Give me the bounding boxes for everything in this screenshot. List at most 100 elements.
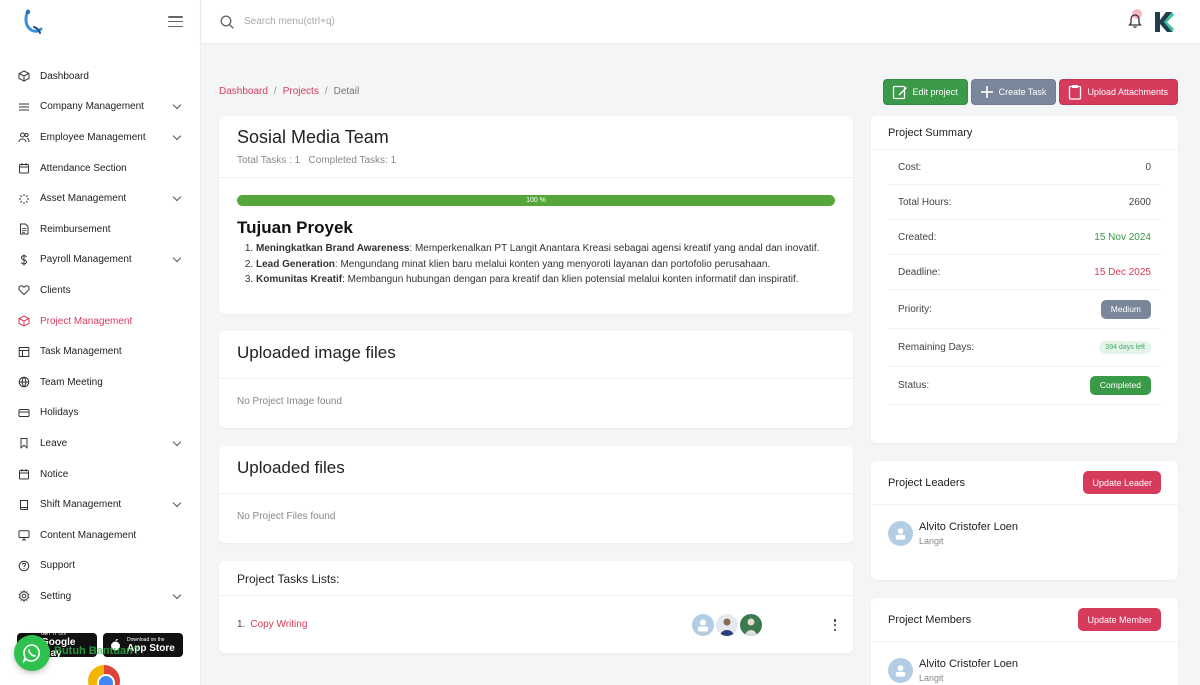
task-link[interactable]: Copy Writing <box>250 619 307 630</box>
uploaded-images-card: Uploaded image files No Project Image fo… <box>219 331 853 428</box>
sidebar-item-label: Setting <box>40 590 72 602</box>
create-task-label: Create Task <box>998 87 1047 97</box>
chevron-down-icon <box>172 192 182 202</box>
sidebar-item-label: Asset Management <box>40 193 127 205</box>
summary-hours-row: Total Hours: 2600 <box>888 185 1161 220</box>
dollar-icon <box>18 254 30 266</box>
create-task-button[interactable]: Create Task <box>970 79 1057 105</box>
avatar <box>888 658 913 683</box>
box-icon <box>18 315 30 327</box>
breadcrumb-dashboard[interactable]: Dashboard <box>219 86 268 97</box>
search-icon <box>220 15 234 29</box>
remaining-label: Remaining Days: <box>898 342 975 353</box>
summary-status-row: Status: Completed <box>888 367 1161 405</box>
update-member-button[interactable]: Update Member <box>1078 608 1161 631</box>
sidebar-item-holidays[interactable]: Holidays <box>0 398 200 429</box>
sidebar-item-label: Project Management <box>40 315 133 327</box>
menu-toggle-icon[interactable] <box>168 16 183 27</box>
update-leader-button[interactable]: Update Leader <box>1083 471 1161 494</box>
sidebar-item-support[interactable]: Support <box>0 551 200 582</box>
project-members-card: Project Members Update Member Alvito Cri… <box>871 598 1178 685</box>
sidebar-item-label: Support <box>40 560 76 572</box>
sidebar-item-asset-management[interactable]: Asset Management <box>0 183 200 214</box>
assignee-avatar[interactable] <box>738 612 764 638</box>
sidebar-item-content-management[interactable]: Content Management <box>0 520 200 551</box>
help-icon <box>18 560 30 572</box>
goal-text: : Membangun hubungan dengan para kreatif… <box>342 274 799 285</box>
hours-value: 2600 <box>1128 196 1151 208</box>
chevron-down-icon <box>172 254 182 263</box>
task-number: 1. <box>237 619 246 630</box>
sidebar-item-reimbursement[interactable]: Reimbursement <box>0 214 200 245</box>
sidebar-item-leave[interactable]: Leave <box>0 428 200 459</box>
assignee-avatar[interactable] <box>690 612 716 638</box>
created-value: 15 Nov 2024 <box>1094 231 1151 243</box>
chevron-down-icon <box>172 498 182 508</box>
user-placeholder-icon <box>895 665 906 677</box>
bell-icon[interactable] <box>1126 12 1144 30</box>
sidebar-item-team-meeting[interactable]: Team Meeting <box>0 367 200 398</box>
priority-label: Priority: <box>898 303 932 315</box>
uploaded-files-card: Uploaded files No Project Files found <box>219 446 853 543</box>
sidebar-item-clients[interactable]: Clients <box>0 275 200 306</box>
leader-org: Langit <box>919 536 944 546</box>
app-logo-icon[interactable] <box>22 9 44 35</box>
project-progress-bar: 100 % <box>237 195 835 206</box>
sidebar-item-setting[interactable]: Setting <box>0 581 200 612</box>
sidebar-item-label: Team Meeting <box>40 376 103 388</box>
breadcrumb-projects[interactable]: Projects <box>283 86 319 97</box>
edit-project-button[interactable]: Edit project <box>882 79 968 105</box>
whatsapp-label: Butuh Bantuan? <box>54 645 140 657</box>
leader-item: Alvito Cristofer Loen Langit <box>871 505 1178 546</box>
clipboard-icon <box>1069 85 1082 100</box>
search-input[interactable] <box>244 16 544 27</box>
assignee-avatar[interactable] <box>714 612 740 638</box>
sidebar-header <box>0 0 200 43</box>
sidebar-item-label: Holidays <box>40 407 79 419</box>
summary-priority-row: Priority: Medium <box>888 290 1161 329</box>
goal-title: Komunitas Kreatif <box>256 274 343 285</box>
users-icon <box>18 131 30 143</box>
sidebar-item-attendance-section[interactable]: Attendance Section <box>0 153 200 184</box>
sidebar-menu: Dashboard Company Management Employee Mana… <box>0 61 200 612</box>
sidebar-item-shift-management[interactable]: Shift Management <box>0 489 200 520</box>
breadcrumb-separator: / <box>273 86 277 97</box>
upload-attachments-label: Upload Attachments <box>1087 87 1168 97</box>
hours-label: Total Hours: <box>898 196 952 208</box>
goals-heading: Tujuan Proyek <box>237 218 353 237</box>
task-more-options-icon[interactable] <box>833 619 837 631</box>
project-tasks-card: Project Tasks Lists: 1. Copy Writing <box>219 561 853 653</box>
sidebar-item-notice[interactable]: Notice <box>0 459 200 490</box>
sidebar-item-employee-management[interactable]: Employee Management <box>0 122 200 153</box>
sidebar-item-payroll-management[interactable]: Payroll Management <box>0 245 200 276</box>
table-icon <box>18 346 30 358</box>
sidebar-item-company-management[interactable]: Company Management <box>0 92 200 123</box>
goal-title: Lead Generation <box>256 258 335 270</box>
project-leaders-card: Project Leaders Update Leader Alvito Cri… <box>871 461 1178 580</box>
sidebar-item-project-management[interactable]: Project Management <box>0 306 200 337</box>
avatar <box>888 521 913 546</box>
summary-deadline-row: Deadline: 15 Dec 2025 <box>888 255 1161 290</box>
sidebar-item-label: Company Management <box>40 101 144 113</box>
heart-icon <box>18 284 30 296</box>
action-buttons: Edit project Create Task Upload Attachme… <box>882 79 1178 105</box>
whatsapp-button[interactable] <box>14 635 50 671</box>
sidebar-item-dashboard[interactable]: Dashboard <box>0 61 200 92</box>
member-item: Alvito Cristofer Loen Langit <box>871 642 1178 683</box>
total-tasks: Total Tasks : 1 <box>237 155 301 166</box>
user-avatar[interactable] <box>1151 10 1175 34</box>
document-icon <box>18 223 30 235</box>
edit-icon <box>892 85 907 100</box>
whatsapp-icon <box>22 644 41 663</box>
progress-fill: 100 % <box>237 195 835 206</box>
goal-title: Meningkatkan Brand Awareness <box>256 243 410 254</box>
goals-list: Meningkatkan Brand Awareness: Memperkena… <box>256 241 853 288</box>
sidebar-item-label: Content Management <box>40 529 137 541</box>
sidebar-item-task-management[interactable]: Task Management <box>0 336 200 367</box>
sidebar-item-label: Payroll Management <box>40 254 132 266</box>
sidebar-item-label: Employee Management <box>40 131 146 143</box>
deadline-value: 15 Dec 2025 <box>1094 266 1151 278</box>
upload-attachments-button[interactable]: Upload Attachments <box>1059 79 1178 105</box>
uploaded-images-empty: No Project Image found <box>237 396 343 407</box>
cost-value: 0 <box>1145 161 1151 173</box>
